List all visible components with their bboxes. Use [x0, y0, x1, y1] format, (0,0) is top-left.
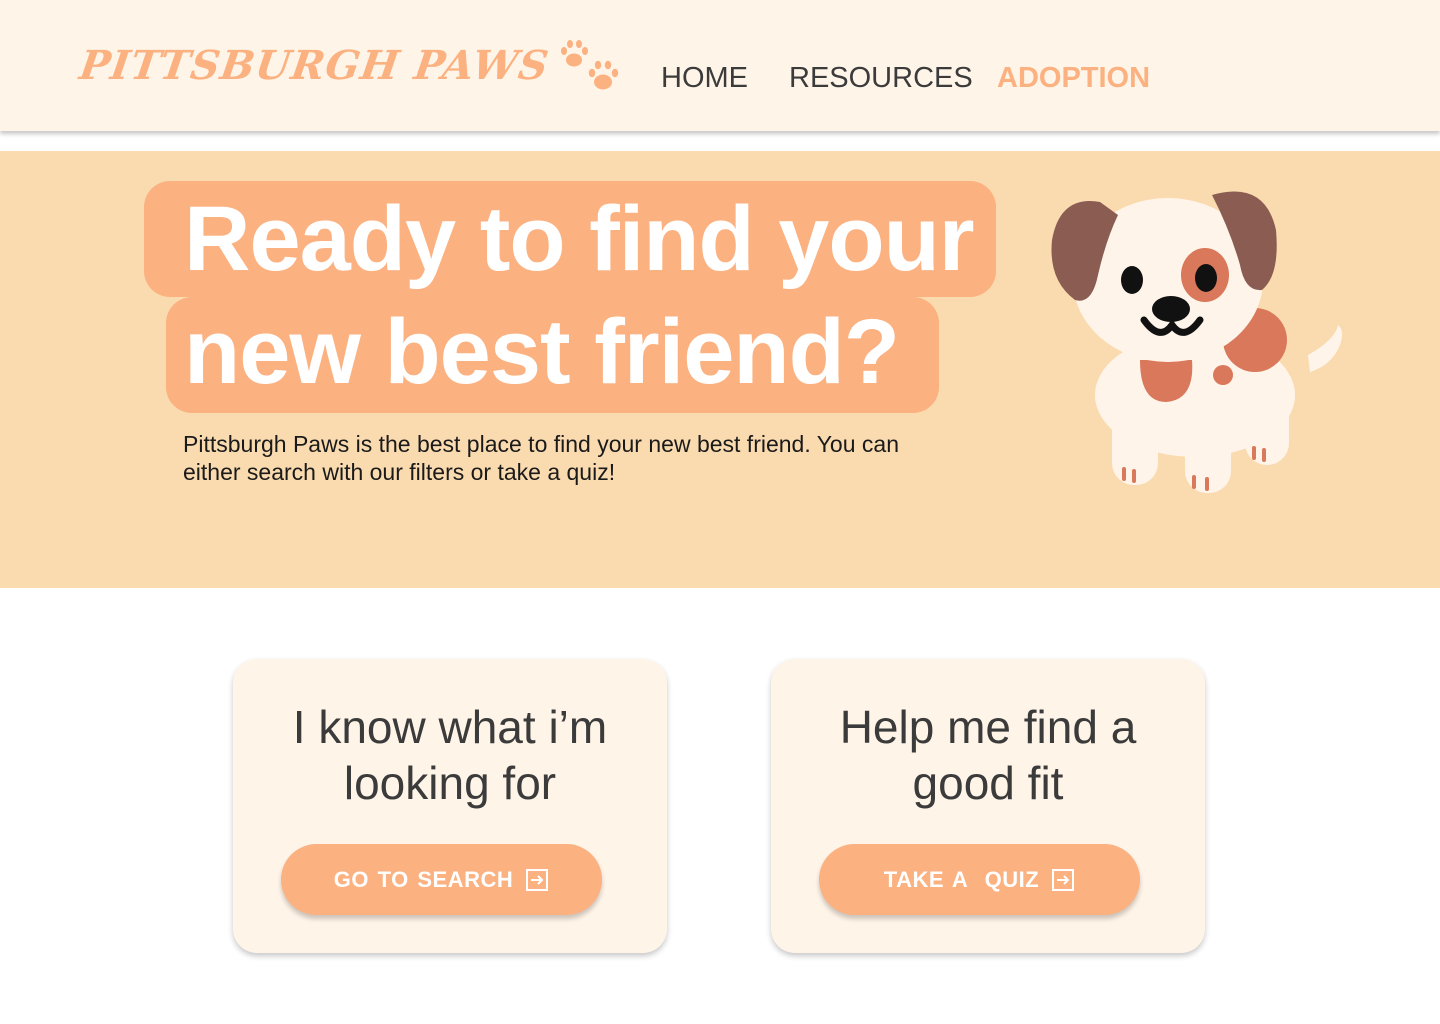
search-card: I know what i’m looking for GO TO SEARCH	[233, 659, 667, 953]
nav-adoption[interactable]: ADOPTION	[997, 62, 1150, 95]
site-header: PITTSBURGH PAWS HOME RESOURCES ADOPTION	[0, 0, 1440, 131]
hero-description: Pittsburgh Paws is the best place to fin…	[183, 431, 899, 485]
arrow-right-box-icon	[1052, 868, 1075, 891]
take-a-quiz-button[interactable]: TAKE A QUIZ	[819, 844, 1140, 915]
hero-headline-line-2: new best friend?	[184, 301, 900, 403]
go-to-search-label: GO TO SEARCH	[333, 866, 514, 892]
arrow-right-box-icon	[526, 868, 549, 891]
search-card-title: I know what i’m looking for	[292, 701, 608, 809]
puppy-illustration	[1051, 191, 1343, 493]
take-a-quiz-label: TAKE A QUIZ	[883, 866, 1040, 892]
nav-home[interactable]: HOME	[661, 62, 748, 95]
nav-resources[interactable]: RESOURCES	[789, 62, 973, 95]
quiz-card-title: Help me find a good fit	[839, 701, 1137, 809]
site-logo[interactable]: PITTSBURGH PAWS	[77, 42, 552, 89]
hero-headline-line-1: Ready to find your	[184, 188, 975, 290]
paw-prints-icon	[561, 40, 619, 90]
go-to-search-button[interactable]: GO TO SEARCH	[281, 844, 602, 915]
quiz-card: Help me find a good fit TAKE A QUIZ	[771, 659, 1205, 953]
